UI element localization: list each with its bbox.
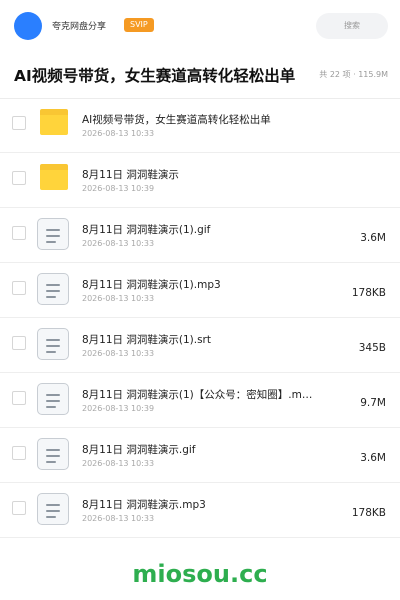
watermark: miosou.cc bbox=[132, 560, 268, 588]
select-checkbox[interactable] bbox=[12, 116, 26, 130]
select-checkbox[interactable] bbox=[12, 501, 26, 515]
share-owner-name: 夸克网盘分享 bbox=[52, 22, 107, 32]
select-checkbox[interactable] bbox=[12, 446, 26, 460]
file-name: 8月11日 洞洞鞋演示(1)【公众号：密知圈】.m… bbox=[82, 389, 313, 401]
file-size: 345B bbox=[358, 342, 386, 354]
document-icon bbox=[37, 438, 69, 470]
svip-badge: SVIP bbox=[124, 18, 154, 32]
search-button[interactable]: 搜索 bbox=[316, 13, 388, 39]
document-icon bbox=[37, 328, 69, 360]
list-item[interactable]: 8月11日 洞洞鞋演示(1).mp3 2026-08-13 10:33 178K… bbox=[0, 263, 400, 318]
avatar[interactable] bbox=[14, 12, 42, 40]
file-name: 8月11日 洞洞鞋演示(1).gif bbox=[82, 224, 211, 236]
folder-icon bbox=[40, 109, 68, 135]
select-checkbox[interactable] bbox=[12, 226, 26, 240]
document-icon bbox=[37, 383, 69, 415]
list-item[interactable]: 8月11日 洞洞鞋演示(1).srt 2026-08-13 10:33 345B bbox=[0, 318, 400, 373]
file-name: 8月11日 洞洞鞋演示.gif bbox=[82, 444, 196, 456]
page-title: AI视频号带货，女生赛道高转化轻松出单 bbox=[14, 67, 296, 85]
file-list: AI视频号带货，女生赛道高转化轻松出单 2026-08-13 10:33 8月1… bbox=[0, 98, 400, 538]
file-date: 2026-08-13 10:33 bbox=[82, 514, 155, 523]
list-item[interactable]: 8月11日 洞洞鞋演示 2026-08-13 10:39 bbox=[0, 153, 400, 208]
file-name: 8月11日 洞洞鞋演示(1).srt bbox=[82, 334, 211, 346]
file-size: 178KB bbox=[351, 287, 386, 299]
document-icon bbox=[37, 273, 69, 305]
select-checkbox[interactable] bbox=[12, 171, 26, 185]
file-name: 8月11日 洞洞鞋演示(1).mp3 bbox=[82, 279, 221, 291]
file-size: 3.6M bbox=[360, 452, 386, 464]
list-item[interactable]: 8月11日 洞洞鞋演示(1).gif 2026-08-13 10:33 3.6M bbox=[0, 208, 400, 263]
list-item[interactable]: 8月11日 洞洞鞋演示.mp3 2026-08-13 10:33 178KB bbox=[0, 483, 400, 538]
file-date: 2026-08-13 10:33 bbox=[82, 459, 155, 468]
file-date: 2026-08-13 10:33 bbox=[82, 129, 155, 138]
file-date: 2026-08-13 10:33 bbox=[82, 349, 155, 358]
document-icon bbox=[37, 218, 69, 250]
file-date: 2026-08-13 10:33 bbox=[82, 239, 155, 248]
list-item[interactable]: 8月11日 洞洞鞋演示.gif 2026-08-13 10:33 3.6M bbox=[0, 428, 400, 483]
file-size: 9.7M bbox=[360, 397, 386, 409]
share-header: 夸克网盘分享 SVIP 搜索 bbox=[0, 0, 400, 52]
select-checkbox[interactable] bbox=[12, 336, 26, 350]
folder-icon bbox=[40, 164, 68, 190]
file-name: AI视频号带货，女生赛道高转化轻松出单 bbox=[82, 114, 271, 126]
list-item[interactable]: AI视频号带货，女生赛道高转化轻松出单 2026-08-13 10:33 bbox=[0, 98, 400, 153]
file-name: 8月11日 洞洞鞋演示 bbox=[82, 169, 179, 181]
list-item[interactable]: 8月11日 洞洞鞋演示(1)【公众号：密知圈】.m… 2026-08-13 10… bbox=[0, 373, 400, 428]
file-size: 178KB bbox=[351, 507, 386, 519]
select-checkbox[interactable] bbox=[12, 391, 26, 405]
file-date: 2026-08-13 10:33 bbox=[82, 294, 155, 303]
file-size: 3.6M bbox=[360, 232, 386, 244]
file-date: 2026-08-13 10:39 bbox=[82, 404, 155, 413]
document-icon bbox=[37, 493, 69, 525]
file-name: 8月11日 洞洞鞋演示.mp3 bbox=[82, 499, 206, 511]
file-count: 共 22 项 · 115.9M bbox=[319, 70, 388, 79]
select-checkbox[interactable] bbox=[12, 281, 26, 295]
folder-title-bar: AI视频号带货，女生赛道高转化轻松出单 共 22 项 · 115.9M bbox=[0, 52, 400, 99]
file-date: 2026-08-13 10:39 bbox=[82, 184, 155, 193]
